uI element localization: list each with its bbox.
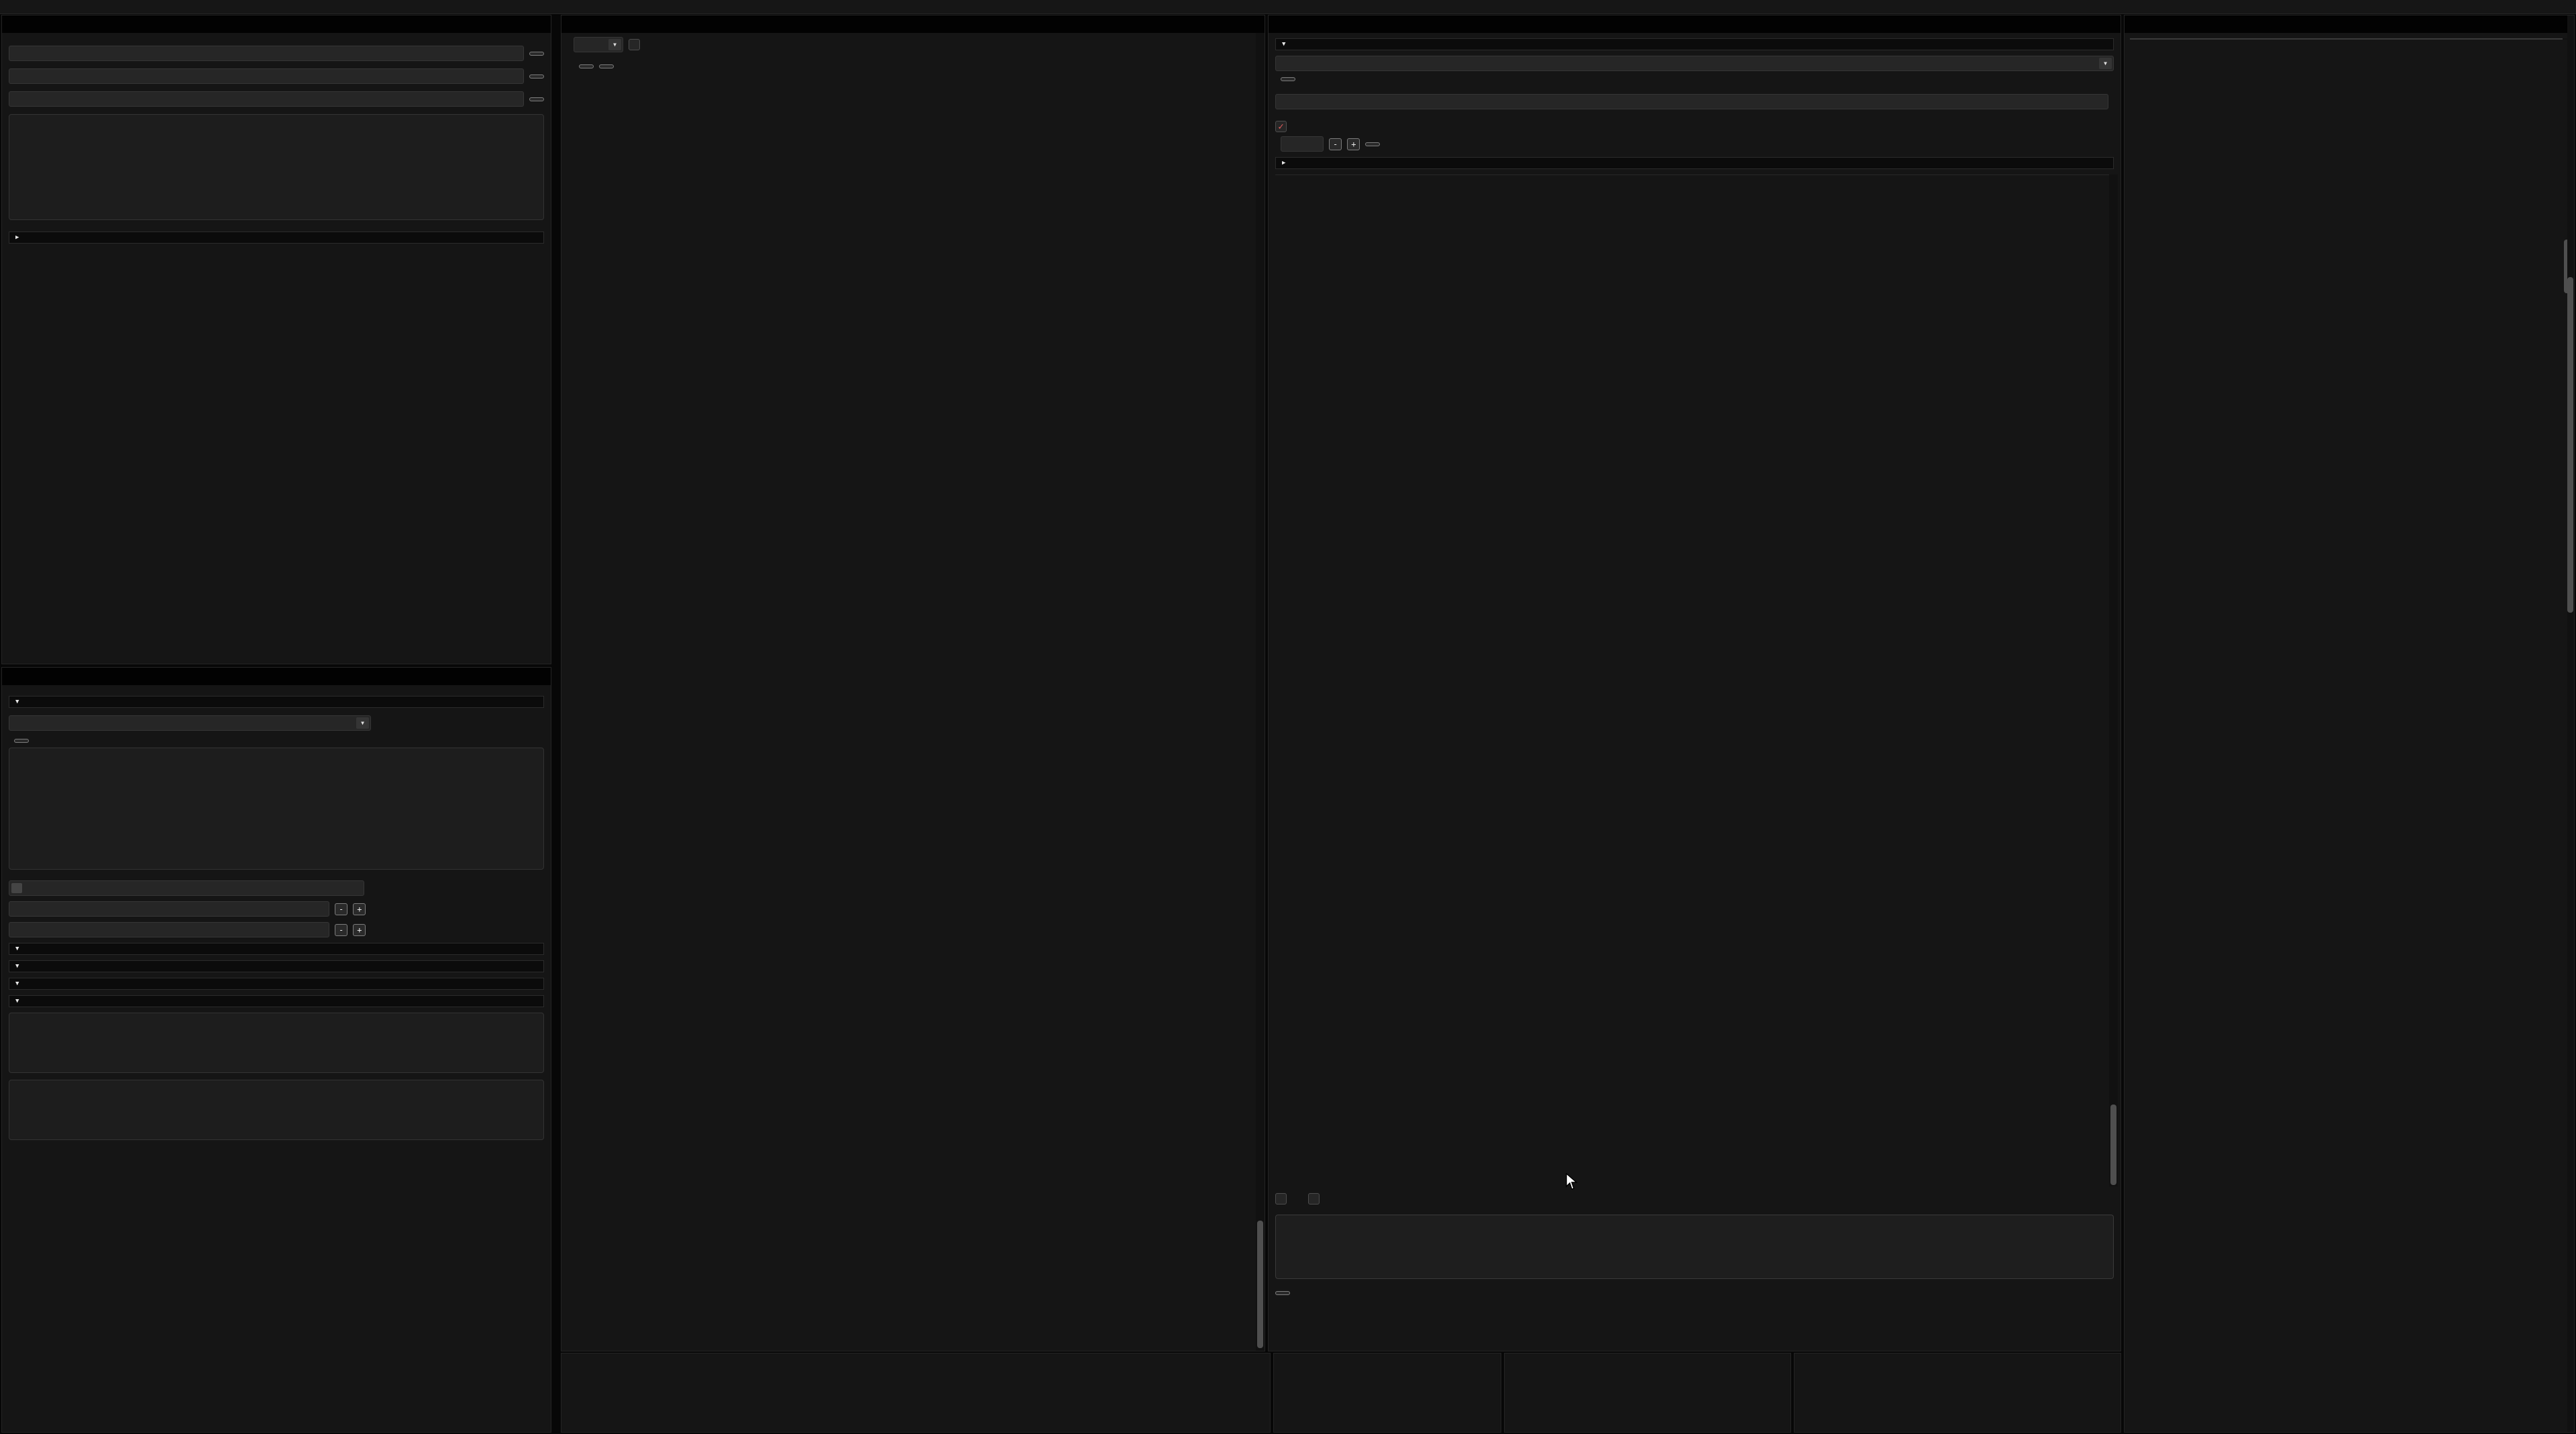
message-editor[interactable] xyxy=(1275,1215,2114,1279)
diagnostics-tabbar xyxy=(2125,15,2574,33)
discussions-header[interactable]: ▼ xyxy=(1275,38,2114,50)
discussion-list-scrollbar-thumb[interactable] xyxy=(2110,1105,2116,1185)
clear-button[interactable] xyxy=(579,64,594,68)
auto-add-checkbox[interactable]: ✓ xyxy=(1275,121,1287,132)
pop-out-tool-calls-checkbox[interactable] xyxy=(629,39,640,50)
tier-3-panel xyxy=(1504,1353,1791,1433)
fetch-models-button[interactable] xyxy=(14,739,29,743)
git-directory-browse-button[interactable] xyxy=(529,52,544,56)
global-prompt-textarea[interactable] xyxy=(9,1013,544,1073)
chevron-down-icon: ▼ xyxy=(356,717,369,729)
chevron-right-icon: ▶ xyxy=(15,234,19,241)
pop-out-response-checkbox[interactable] xyxy=(1308,1193,1320,1205)
system-prompts-header[interactable]: ▼ xyxy=(9,995,544,1007)
context-hub-content: ▶ xyxy=(2,33,551,664)
chevron-down-icon: ▼ xyxy=(608,39,621,50)
keep-pairs-input[interactable] xyxy=(1281,136,1324,152)
discussion-hub-content: ▼ ▼ ✓ - + ▶ xyxy=(1269,33,2121,1351)
temperature-slider[interactable] xyxy=(9,880,364,896)
provider-select[interactable]: ▼ xyxy=(9,715,371,731)
discussion-list-scrollbar[interactable] xyxy=(2109,174,2118,1186)
menu-bar xyxy=(0,0,2576,14)
discussion-select[interactable]: ▼ xyxy=(1275,56,2114,71)
tier-4-panel xyxy=(1794,1353,2121,1433)
truncate-button[interactable] xyxy=(1365,142,1380,146)
history-truncation-minus-button[interactable]: - xyxy=(335,924,347,936)
project-files-list xyxy=(9,114,544,220)
discussion-message-list xyxy=(1275,174,2114,1186)
focus-agent-select[interactable]: ▼ xyxy=(574,37,623,52)
session-insights-header[interactable]: ▼ xyxy=(9,978,544,990)
max-tokens-input[interactable] xyxy=(9,901,329,917)
load-log-button[interactable] xyxy=(599,64,614,68)
diagnostics-panel-scrollbar-thumb[interactable] xyxy=(2567,277,2573,613)
chevron-down-icon: ▼ xyxy=(15,945,19,952)
chevron-right-icon: ▶ xyxy=(1282,160,1285,166)
discussion-hub-tabbar xyxy=(1269,15,2121,33)
output-dir-input[interactable] xyxy=(9,91,524,107)
chevron-down-icon: ▼ xyxy=(15,980,19,987)
token-budget-header[interactable]: ▼ xyxy=(9,943,544,955)
ops-log-scrollbar[interactable] xyxy=(1256,33,1265,1351)
history-truncation-input[interactable] xyxy=(9,922,329,937)
chevron-down-icon: ▼ xyxy=(2099,58,2112,69)
ai-settings-content: ▼ ▼ - + - + ▼ xyxy=(2,685,551,1432)
to-history-button[interactable] xyxy=(1275,1291,1290,1295)
keep-pairs-minus-button[interactable]: - xyxy=(1329,138,1342,150)
main-context-file-input[interactable] xyxy=(9,68,524,84)
chevron-down-icon: ▼ xyxy=(15,699,19,705)
main-context-file-browse-button[interactable] xyxy=(529,74,544,79)
discussion-hub-panel: ▼ ▼ ✓ - + ▶ xyxy=(1268,15,2121,1351)
slider-grab[interactable] xyxy=(11,883,22,893)
discussion-name-input[interactable] xyxy=(1275,94,2108,109)
operations-hub-tabbar xyxy=(561,15,1265,33)
tier-1-panel xyxy=(561,1353,1271,1433)
chevron-down-icon: ▼ xyxy=(15,963,19,970)
update-commit-button[interactable] xyxy=(1281,77,1295,81)
ai-settings-panel: ▼ ▼ - + - + ▼ xyxy=(1,667,551,1433)
tier-2-panel xyxy=(1273,1353,1501,1433)
ai-settings-tabbar xyxy=(2,668,551,685)
agent-tools-header[interactable]: ▶ xyxy=(9,232,544,244)
diagnostics-content xyxy=(2125,33,2574,1432)
operations-hub-panel: ▼ xyxy=(561,15,1265,1351)
operations-hub-content: ▼ xyxy=(561,33,1265,1351)
diagnostics-table xyxy=(2130,38,2563,40)
provider-model-header[interactable]: ▼ xyxy=(9,696,544,708)
context-hub-tabbar xyxy=(2,15,551,33)
pop-out-message-checkbox[interactable] xyxy=(1275,1193,1287,1205)
max-tokens-plus-button[interactable]: + xyxy=(353,903,366,915)
diagnostics-panel-scrollbar[interactable] xyxy=(2567,15,2574,1432)
git-directory-input[interactable] xyxy=(9,46,524,61)
ops-log-scrollbar-thumb[interactable] xyxy=(1257,1221,1263,1348)
model-listbox xyxy=(9,748,544,870)
roles-header[interactable]: ▶ xyxy=(1275,157,2114,169)
mouse-cursor xyxy=(1566,1173,1580,1190)
history-truncation-plus-button[interactable]: + xyxy=(353,924,366,936)
keep-pairs-plus-button[interactable]: + xyxy=(1347,138,1360,150)
tool-usage-analytics-header[interactable]: ▼ xyxy=(9,960,544,972)
diagnostics-panel xyxy=(2124,15,2575,1433)
chevron-down-icon: ▼ xyxy=(15,998,19,1005)
context-hub-panel: ▶ xyxy=(1,15,551,664)
chevron-down-icon: ▼ xyxy=(1282,41,1285,48)
output-dir-browse-button[interactable] xyxy=(529,97,544,101)
max-tokens-minus-button[interactable]: - xyxy=(335,903,347,915)
project-prompt-textarea[interactable] xyxy=(9,1080,544,1140)
